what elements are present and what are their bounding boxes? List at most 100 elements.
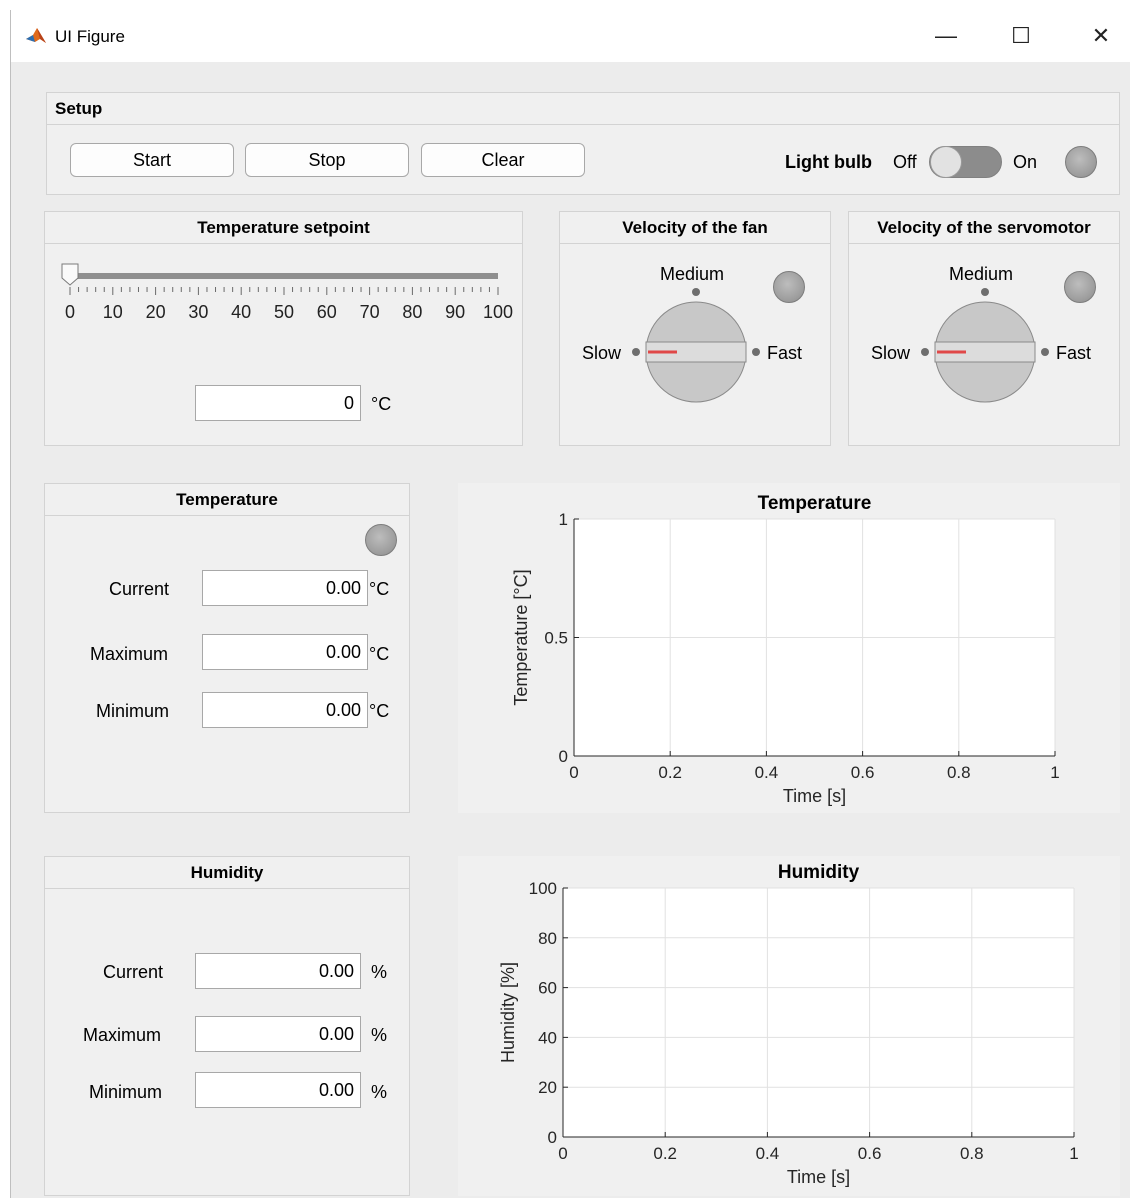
start-button[interactable]: Start [70, 143, 234, 177]
servo-velocity-panel: Velocity of the servomotor Medium Slow F… [848, 211, 1120, 446]
x-tick-label: 0.6 [851, 763, 875, 782]
servo-slow-dot [921, 348, 929, 356]
slider-thumb [61, 263, 79, 286]
fan-fast-dot [752, 348, 760, 356]
y-tick-label: 20 [538, 1078, 557, 1097]
slider-tick-label: 90 [445, 302, 465, 322]
switch-on-label: On [1013, 152, 1038, 172]
chart-title: Humidity [778, 862, 860, 883]
temperature-maximum-label: Maximum [90, 644, 169, 664]
plot-area [563, 888, 1074, 1137]
x-tick-label: 0 [569, 763, 578, 782]
x-tick-label: 1 [1069, 1144, 1078, 1163]
slider-tick-label: 30 [188, 302, 208, 322]
y-tick-label: 60 [538, 979, 557, 998]
temperature-setpoint-title: Temperature setpoint [45, 212, 522, 244]
light-bulb-switch[interactable] [929, 146, 1002, 178]
x-tick-label: 0.4 [755, 763, 779, 782]
slider-tick-label: 0 [65, 302, 75, 322]
humidity-current-label: Current [103, 962, 164, 982]
y-tick-label: 80 [538, 929, 557, 948]
x-axis-label: Time [s] [787, 1167, 850, 1187]
temperature-maximum-field[interactable]: 0.00 [202, 634, 368, 670]
close-icon: ✕ [1091, 23, 1111, 48]
slider-tick-label: 100 [483, 302, 513, 322]
slider-track [70, 273, 498, 279]
y-tick-label: 0.5 [544, 629, 568, 648]
slider-tick-label: 70 [360, 302, 380, 322]
temperature-readings-panel: Temperature Current 0.00 °C Maximum 0.00… [44, 483, 410, 813]
setup-panel: Setup Start Stop Clear Light bulb Off On [46, 92, 1120, 195]
fan-velocity-knob[interactable] [560, 282, 832, 412]
ui-figure-window: UI Figure — ☐ ✕ Setup Start Stop Clear L… [10, 10, 1130, 1198]
y-tick-label: 1 [559, 510, 568, 529]
fan-slow-dot [632, 348, 640, 356]
x-axis-label: Time [s] [783, 786, 846, 806]
temperature-lamp [365, 524, 397, 556]
humidity-maximum-unit: % [371, 1025, 388, 1045]
x-tick-label: 0.6 [858, 1144, 882, 1163]
temperature-setpoint-slider[interactable]: 0 10 20 30 40 50 60 70 80 90 100 [45, 244, 524, 364]
maximize-button[interactable]: ☐ [986, 10, 1056, 62]
temperature-chart[interactable]: 0 0.2 0.4 0.6 0.8 1 0 0.5 1 Temperature Time [s] Te… [458, 483, 1120, 813]
setpoint-unit-label: °C [371, 394, 392, 414]
temperature-minimum-unit: °C [369, 701, 390, 721]
x-tick-label: 1 [1050, 763, 1059, 782]
matlab-logo-icon [25, 25, 47, 47]
x-tick-label: 0.2 [658, 763, 682, 782]
minimize-button[interactable]: — [911, 10, 981, 62]
humidity-current-unit: % [371, 962, 388, 982]
x-tick-label: 0.8 [947, 763, 971, 782]
switch-thumb[interactable] [930, 146, 962, 178]
light-bulb-label: Light bulb [785, 152, 872, 172]
temperature-maximum-unit: °C [369, 644, 390, 664]
light-bulb-lamp [1065, 146, 1097, 178]
humidity-maximum-field[interactable]: 0.00 [195, 1016, 361, 1052]
y-axis-label: Temperature [°C] [511, 569, 531, 705]
servo-velocity-knob[interactable] [849, 282, 1121, 412]
stop-button[interactable]: Stop [245, 143, 409, 177]
servo-medium-dot [981, 288, 989, 296]
switch-off-label: Off [893, 152, 917, 172]
y-tick-label: 100 [529, 879, 557, 898]
maximize-icon: ☐ [1011, 23, 1031, 48]
humidity-current-field[interactable]: 0.00 [195, 953, 361, 989]
humidity-minimum-label: Minimum [89, 1082, 163, 1102]
y-axis-label: Humidity [%] [498, 962, 518, 1063]
slider-tick-label: 40 [231, 302, 251, 322]
humidity-minimum-field[interactable]: 0.00 [195, 1072, 361, 1108]
humidity-readings-title: Humidity [45, 857, 409, 889]
close-button[interactable]: ✕ [1066, 10, 1130, 62]
humidity-readings-panel: Humidity Current 0.00 % Maximum 0.00 % M… [44, 856, 410, 1196]
fan-velocity-panel: Velocity of the fan Medium Slow Fast [559, 211, 831, 446]
servo-velocity-title: Velocity of the servomotor [849, 212, 1119, 244]
x-tick-label: 0.8 [960, 1144, 984, 1163]
slider-tick-label: 80 [402, 302, 422, 322]
window-title: UI Figure [55, 27, 125, 46]
temperature-chart-panel: 0 0.2 0.4 0.6 0.8 1 0 0.5 1 Temperature Time [s] Te… [458, 483, 1120, 813]
temperature-readings-title: Temperature [45, 484, 409, 516]
humidity-chart-panel: 0 0.2 0.4 0.6 0.8 1 0 20 40 60 80 100 Humidity Time [… [458, 856, 1120, 1196]
temperature-current-field[interactable]: 0.00 [202, 570, 368, 606]
setup-panel-title: Setup [47, 93, 1119, 125]
temperature-minimum-label: Minimum [96, 701, 170, 721]
slider-tick-label: 50 [274, 302, 294, 322]
temperature-current-unit: °C [369, 579, 390, 599]
y-tick-label: 0 [559, 747, 568, 766]
temperature-current-label: Current [109, 579, 170, 599]
figure-client-area: Setup Start Stop Clear Light bulb Off On… [11, 62, 1130, 1198]
y-tick-label: 40 [538, 1028, 557, 1047]
y-tick-label: 0 [548, 1128, 557, 1147]
temperature-setpoint-panel: Temperature setpoint 0 10 20 30 40 50 60 70 80 90… [44, 211, 523, 446]
setpoint-value-field[interactable]: 0 [195, 385, 361, 421]
x-tick-label: 0 [558, 1144, 567, 1163]
chart-title: Temperature [758, 493, 872, 514]
slider-tick-label: 60 [317, 302, 337, 322]
x-tick-label: 0.4 [756, 1144, 780, 1163]
fan-velocity-title: Velocity of the fan [560, 212, 830, 244]
x-tick-label: 0.2 [653, 1144, 677, 1163]
humidity-chart[interactable]: 0 0.2 0.4 0.6 0.8 1 0 20 40 60 80 100 Humidity Time [… [458, 856, 1120, 1196]
minimize-icon: — [935, 23, 957, 48]
clear-button[interactable]: Clear [421, 143, 585, 177]
temperature-minimum-field[interactable]: 0.00 [202, 692, 368, 728]
